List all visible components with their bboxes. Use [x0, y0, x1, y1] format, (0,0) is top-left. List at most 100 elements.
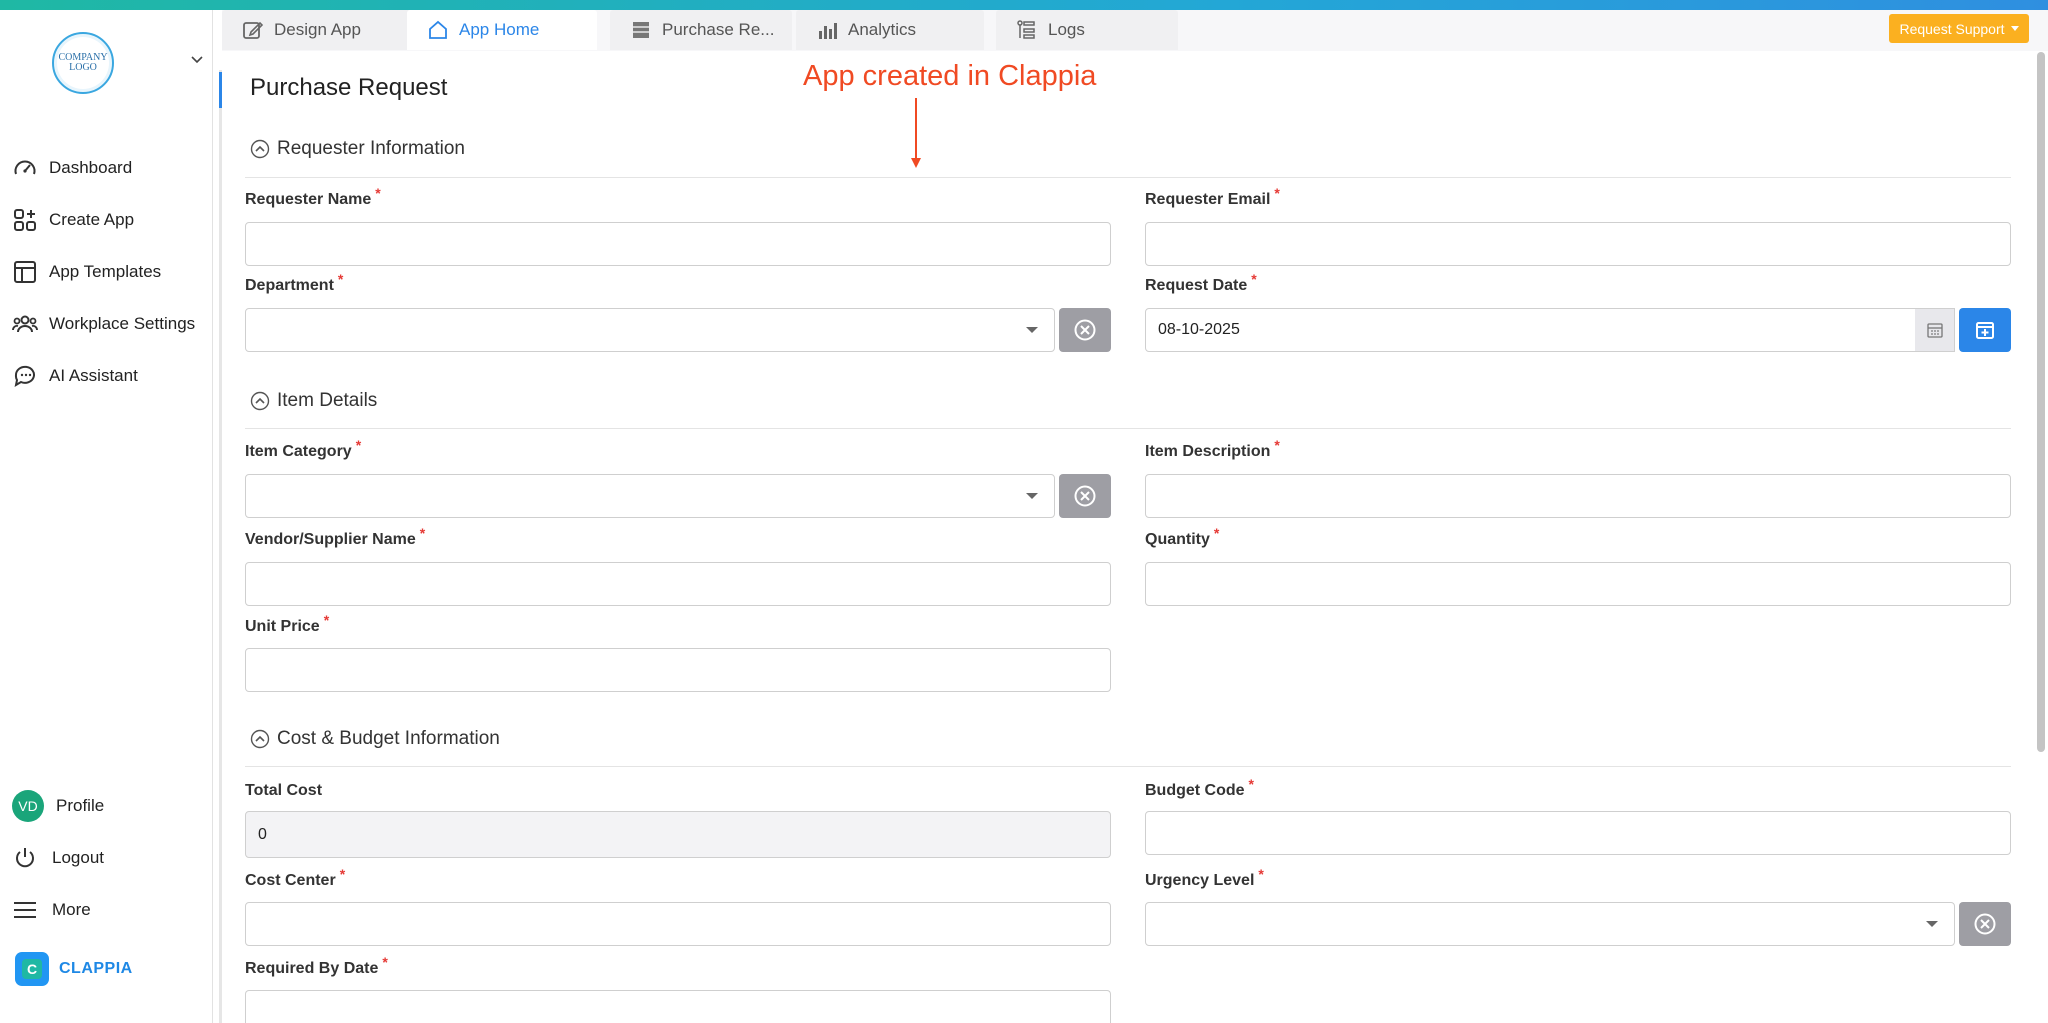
- collapse-icon: [250, 729, 270, 749]
- templates-icon: [14, 261, 36, 283]
- required-mark: *: [339, 866, 346, 882]
- field-label: Unit Price: [245, 618, 320, 635]
- company-logo-text: COMPANY LOGO: [58, 52, 108, 73]
- main-left-rule: [219, 70, 222, 1023]
- section-divider: [245, 177, 2011, 178]
- calendar-button[interactable]: [1959, 308, 2011, 352]
- requester-email-label: Requester Email *: [1145, 185, 1280, 209]
- request-date-label: Request Date *: [1145, 271, 1257, 295]
- required-mark: *: [323, 612, 330, 628]
- section-header-cost[interactable]: Cost & Budget Information: [250, 728, 500, 750]
- required-mark: *: [382, 954, 388, 970]
- item-category-select[interactable]: [245, 474, 1055, 518]
- required-mark: *: [1274, 437, 1280, 453]
- clappia-logo-icon: C: [15, 952, 49, 986]
- required-mark: *: [419, 525, 426, 541]
- budget-code-input[interactable]: [1145, 811, 2011, 855]
- section-header-items[interactable]: Item Details: [250, 390, 377, 412]
- sidebar-item-workplace-settings[interactable]: Workplace Settings: [0, 298, 213, 350]
- unit-price-label: Unit Price *: [245, 612, 329, 636]
- profile-label: Profile: [56, 796, 105, 815]
- section-title: Cost & Budget Information: [277, 728, 500, 749]
- top-accent-bar: [0, 0, 2048, 10]
- unit-price-input[interactable]: [245, 648, 1111, 692]
- tab-purchase-request[interactable]: Purchase Re...: [610, 10, 792, 50]
- cost-center-input[interactable]: [245, 902, 1111, 946]
- requester-email-input[interactable]: [1145, 222, 2011, 266]
- required-mark: *: [355, 437, 362, 453]
- tab-analytics[interactable]: Analytics: [796, 10, 984, 50]
- home-icon: [429, 20, 447, 39]
- department-clear-button[interactable]: [1059, 308, 1111, 352]
- tab-label: Design App: [274, 20, 361, 39]
- vendor-name-input[interactable]: [245, 562, 1111, 606]
- sidebar-item-label: AI Assistant: [49, 366, 138, 385]
- required-mark: *: [337, 271, 344, 287]
- chevron-down-icon[interactable]: [190, 52, 204, 66]
- field-label: Urgency Level: [1145, 872, 1255, 889]
- requester-name-input[interactable]: [245, 222, 1111, 266]
- tab-label: Logs: [1048, 20, 1085, 39]
- field-label: Budget Code: [1145, 782, 1245, 799]
- logs-icon: [1017, 20, 1035, 39]
- requester-name-label: Requester Name *: [245, 185, 381, 209]
- quantity-label: Quantity *: [1145, 525, 1219, 549]
- required-mark: *: [1258, 866, 1264, 882]
- urgency-level-clear-button[interactable]: [1959, 902, 2011, 946]
- request-support-button[interactable]: Request Support: [1889, 14, 2029, 43]
- date-picker-addon[interactable]: [1915, 308, 1955, 352]
- tab-label: Analytics: [848, 20, 917, 39]
- field-label: Required By Date: [245, 960, 379, 977]
- caret-down-icon: [2010, 26, 2019, 31]
- brand-mark-letter: C: [22, 959, 42, 979]
- logout-label: Logout: [52, 848, 104, 867]
- required-mark: *: [1274, 185, 1280, 201]
- field-label: Item Description: [1145, 443, 1271, 460]
- cost-center-label: Cost Center *: [245, 866, 345, 890]
- sidebar-item-create-app[interactable]: Create App: [0, 194, 213, 246]
- annotation-arrow-icon: [911, 98, 921, 168]
- dropdown-caret-icon: [1026, 493, 1038, 499]
- required-by-date-label: Required By Date *: [245, 954, 388, 978]
- company-logo[interactable]: COMPANY LOGO: [52, 32, 114, 94]
- total-cost-field: 0: [245, 811, 1111, 858]
- main-active-indicator: [219, 72, 222, 108]
- sidebar-item-logout[interactable]: Logout: [0, 832, 213, 884]
- tab-design-app[interactable]: Design App: [222, 10, 412, 50]
- power-icon: [16, 848, 34, 868]
- table-icon: [633, 22, 649, 38]
- page-scrollbar[interactable]: [2037, 52, 2045, 752]
- more-label: More: [52, 900, 91, 919]
- quantity-input[interactable]: [1145, 562, 2011, 606]
- field-label: Quantity: [1145, 531, 1210, 548]
- field-label: Department: [245, 277, 334, 294]
- tab-app-home[interactable]: App Home: [407, 10, 597, 50]
- required-by-date-input[interactable]: [245, 990, 1111, 1023]
- sidebar-item-more[interactable]: More: [0, 884, 213, 936]
- item-description-label: Item Description *: [1145, 437, 1280, 461]
- sidebar-item-app-templates[interactable]: App Templates: [0, 246, 213, 298]
- field-label: Item Category: [245, 443, 352, 460]
- required-mark: *: [1213, 525, 1220, 541]
- calendar-grid-icon: [1926, 323, 1943, 338]
- request-date-input[interactable]: 08-10-2025: [1145, 308, 1916, 352]
- tab-label: App Home: [459, 20, 540, 39]
- sidebar-nav: Dashboard Create App App Templates Workp…: [0, 142, 213, 402]
- section-header-requester[interactable]: Requester Information: [250, 138, 465, 160]
- dropdown-caret-icon: [1026, 327, 1038, 333]
- item-category-clear-button[interactable]: [1059, 474, 1111, 518]
- department-select[interactable]: [245, 308, 1055, 352]
- field-label: Request Date: [1145, 277, 1248, 294]
- create-app-icon: [14, 209, 36, 231]
- sidebar-item-ai-assistant[interactable]: AI Assistant: [0, 350, 213, 402]
- sidebar-item-profile[interactable]: VD Profile: [0, 780, 213, 832]
- collapse-icon: [250, 391, 270, 411]
- sidebar-item-dashboard[interactable]: Dashboard: [0, 142, 213, 194]
- edit-icon: [243, 21, 264, 39]
- clappia-brand[interactable]: C CLAPPIA: [15, 952, 133, 986]
- sidebar-item-label: Workplace Settings: [49, 314, 196, 333]
- section-title: Item Details: [277, 390, 378, 411]
- urgency-level-select[interactable]: [1145, 902, 1955, 946]
- item-description-input[interactable]: [1145, 474, 2011, 518]
- tab-logs[interactable]: Logs: [996, 10, 1178, 50]
